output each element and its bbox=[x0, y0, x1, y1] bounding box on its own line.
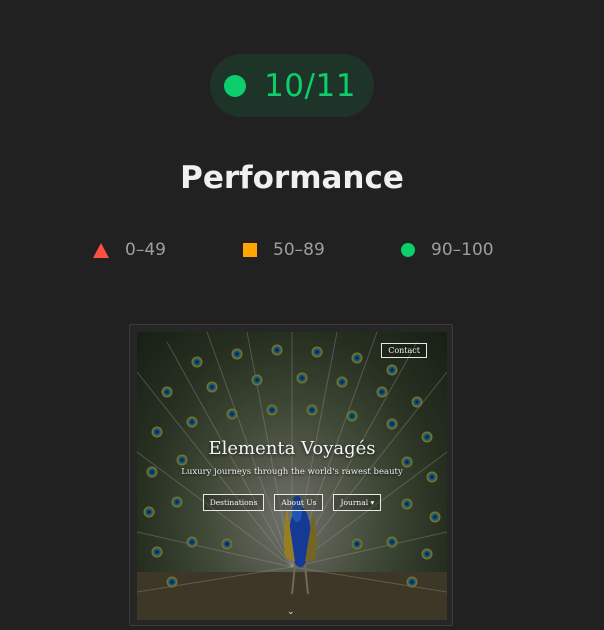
scroll-down-icon[interactable]: ⌄ bbox=[287, 607, 295, 617]
legend-label: 90–100 bbox=[431, 240, 494, 260]
contact-button[interactable]: Contact bbox=[381, 343, 427, 358]
hero-title: Elementa Voyagés bbox=[208, 438, 376, 459]
circle-icon bbox=[401, 243, 415, 257]
hero-tagline: Luxury journeys through the world's rawe… bbox=[181, 467, 403, 477]
legend-item-fail: 0–49 bbox=[93, 240, 166, 260]
page-screenshot: Contact Elementa Voyagés Luxury journeys… bbox=[137, 332, 447, 620]
category-title: Performance bbox=[180, 160, 404, 196]
pass-circle-icon bbox=[224, 74, 247, 97]
nav-destinations-button[interactable]: Destinations bbox=[202, 494, 265, 511]
score-badge: 10/11 bbox=[210, 54, 374, 117]
hero-nav: Destinations About Us Journal ▾ bbox=[137, 494, 447, 511]
square-icon bbox=[243, 243, 257, 257]
score-legend: 0–49 50–89 90–100 bbox=[0, 240, 604, 264]
triangle-icon bbox=[93, 242, 109, 258]
legend-item-average: 50–89 bbox=[243, 240, 325, 260]
final-screenshot-frame: Contact Elementa Voyagés Luxury journeys… bbox=[129, 324, 453, 626]
nav-about-button[interactable]: About Us bbox=[274, 494, 324, 511]
legend-label: 0–49 bbox=[125, 240, 166, 260]
legend-item-pass: 90–100 bbox=[401, 240, 494, 260]
nav-journal-button[interactable]: Journal ▾ bbox=[333, 494, 382, 511]
score-value: 10/11 bbox=[264, 67, 356, 104]
legend-label: 50–89 bbox=[273, 240, 325, 260]
